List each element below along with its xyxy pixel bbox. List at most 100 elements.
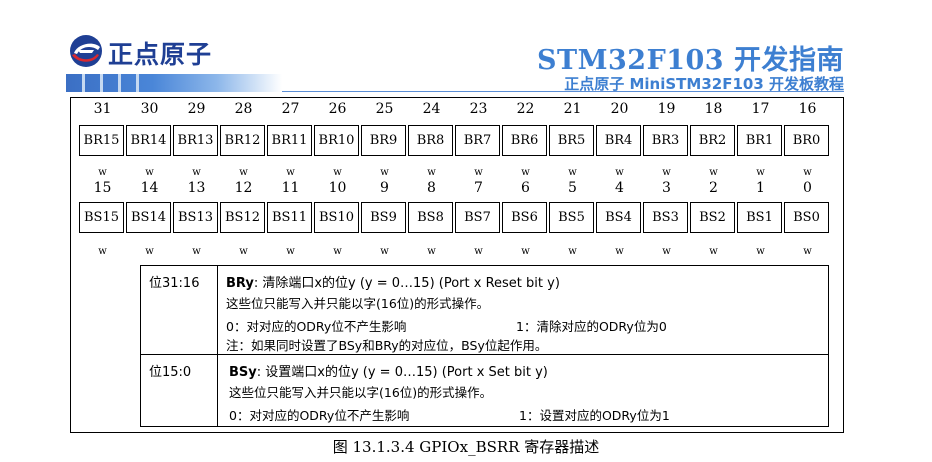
register-field-bs: BS9 xyxy=(361,202,406,233)
register-field-bs: BS15 xyxy=(79,202,124,233)
lower-bit-numbers: 15 14 13 12 11 10 9 8 7 6 5 4 3 2 1 0 xyxy=(79,180,831,196)
register-field-br: BR0 xyxy=(784,125,829,156)
access-type: w xyxy=(756,167,765,178)
register-field-br: BR11 xyxy=(267,125,312,156)
register-field-bs: BS2 xyxy=(690,202,735,233)
brand-name: 正点原子 xyxy=(108,40,213,69)
bit-number: 29 xyxy=(187,101,206,117)
br-value-0: 0：对对应的ODRy位不产生影响 xyxy=(226,319,407,334)
register-field-br: BR2 xyxy=(690,125,735,156)
bit-number: 27 xyxy=(281,101,300,117)
bit-number: 4 xyxy=(615,180,624,196)
header-accent-bar xyxy=(66,74,282,92)
bit-number: 8 xyxy=(427,180,436,196)
access-type: w xyxy=(380,246,389,257)
bit-number: 20 xyxy=(610,101,629,117)
register-field-br: BR4 xyxy=(596,125,641,156)
register-field-bs: BS10 xyxy=(314,202,359,233)
bs-heading: BSy: 设置端口x的位y (y = 0…15) (Port x Set bit… xyxy=(229,361,548,380)
bit-number: 5 xyxy=(568,180,577,196)
bit-number: 21 xyxy=(563,101,582,117)
column-divider xyxy=(217,266,218,426)
register-field-br: BR14 xyxy=(126,125,171,156)
register-field-bs: BS1 xyxy=(737,202,782,233)
access-type: w xyxy=(239,246,248,257)
bit-number: 11 xyxy=(281,180,300,196)
bit-number: 19 xyxy=(657,101,676,117)
brand-logo: 正点原子 xyxy=(68,33,218,69)
access-type: w xyxy=(192,246,201,257)
bit-number: 23 xyxy=(469,101,488,117)
bit-number: 3 xyxy=(662,180,671,196)
register-field-br: BR8 xyxy=(408,125,453,156)
access-type: w xyxy=(192,167,201,178)
access-type: w xyxy=(662,246,671,257)
access-type: w xyxy=(98,167,107,178)
access-type: w xyxy=(145,246,154,257)
register-field-bs: BS12 xyxy=(220,202,265,233)
register-field-bs: BS6 xyxy=(502,202,547,233)
figure-caption: 图 13.1.3.4 GPIOx_BSRR 寄存器描述 xyxy=(332,438,600,456)
access-type: w xyxy=(709,246,718,257)
bs-heading-text: : 设置端口x的位y (y = 0…15) (Port x Set bit y) xyxy=(256,365,548,380)
access-type: w xyxy=(756,246,765,257)
bs-field-name: BSy xyxy=(229,365,257,380)
bit-description-table: 位31:16 BRy: 清除端口x的位y (y = 0…15) (Port x … xyxy=(140,265,829,427)
access-type: w xyxy=(803,246,812,257)
access-type: w xyxy=(521,246,530,257)
register-field-br: BR15 xyxy=(79,125,124,156)
access-type: w xyxy=(474,246,483,257)
br-value-1: 1：清除对应的ODRy位为0 xyxy=(516,319,667,334)
br-bits-range: 位31:16 xyxy=(149,276,200,291)
access-type: w xyxy=(568,246,577,257)
br-write-note: 这些位只能写入并只能以字(16位)的形式操作。 xyxy=(226,296,490,311)
bs-value-0: 0：对对应的ODRy位不产生影响 xyxy=(229,408,410,423)
bit-number: 0 xyxy=(803,180,812,196)
bit-number: 9 xyxy=(380,180,389,196)
access-type: w xyxy=(427,246,436,257)
register-field-bs: BS3 xyxy=(643,202,688,233)
register-field-bs: BS0 xyxy=(784,202,829,233)
row-divider xyxy=(141,354,828,355)
access-type: w xyxy=(662,167,671,178)
register-field-br: BR7 xyxy=(455,125,500,156)
bit-number: 15 xyxy=(93,180,112,196)
br-field-name: BRy xyxy=(226,276,254,291)
bs-write-note: 这些位只能写入并只能以字(16位)的形式操作。 xyxy=(229,385,493,400)
bit-number: 16 xyxy=(798,101,817,117)
bit-number: 2 xyxy=(709,180,718,196)
bit-number: 31 xyxy=(93,101,112,117)
register-field-bs: BS8 xyxy=(408,202,453,233)
br-heading: BRy: 清除端口x的位y (y = 0…15) (Port x Reset b… xyxy=(226,272,560,291)
bit-number: 14 xyxy=(140,180,159,196)
register-field-bs: BS11 xyxy=(267,202,312,233)
register-field-br: BR5 xyxy=(549,125,594,156)
bit-number: 26 xyxy=(328,101,347,117)
access-type: w xyxy=(98,246,107,257)
lower-access-row: w w w w w w w w w w w w w w w w xyxy=(79,246,831,258)
access-type: w xyxy=(380,167,389,178)
access-type: w xyxy=(709,167,718,178)
bit-number: 13 xyxy=(187,180,206,196)
register-field-br: BR6 xyxy=(502,125,547,156)
alientek-logo-icon xyxy=(70,35,102,67)
access-type: w xyxy=(615,246,624,257)
access-type: w xyxy=(521,167,530,178)
register-field-bs: BS4 xyxy=(596,202,641,233)
access-type: w xyxy=(333,246,342,257)
bit-number: 17 xyxy=(751,101,770,117)
bs-value-1: 1：设置对应的ODRy位为1 xyxy=(519,408,670,423)
document-subtitle: 正点原子 MiniSTM32F103 开发板教程 xyxy=(564,75,844,93)
access-type: w xyxy=(286,167,295,178)
access-type: w xyxy=(333,167,342,178)
bit-number: 30 xyxy=(140,101,159,117)
register-field-br: BR3 xyxy=(643,125,688,156)
upper-field-row: BR15 BR14 BR13 BR12 BR11 BR10 BR9 BR8 BR… xyxy=(79,125,831,156)
br-priority-note: 注：如果同时设置了BSy和BRy的对应位，BSy位起作用。 xyxy=(226,338,548,353)
br-heading-text: : 清除端口x的位y (y = 0…15) (Port x Reset bit … xyxy=(253,276,560,291)
bit-number: 24 xyxy=(422,101,441,117)
register-field-bs: BS14 xyxy=(126,202,171,233)
register-field-br: BR10 xyxy=(314,125,359,156)
bs-bits-range: 位15:0 xyxy=(149,365,192,380)
access-type: w xyxy=(427,167,436,178)
